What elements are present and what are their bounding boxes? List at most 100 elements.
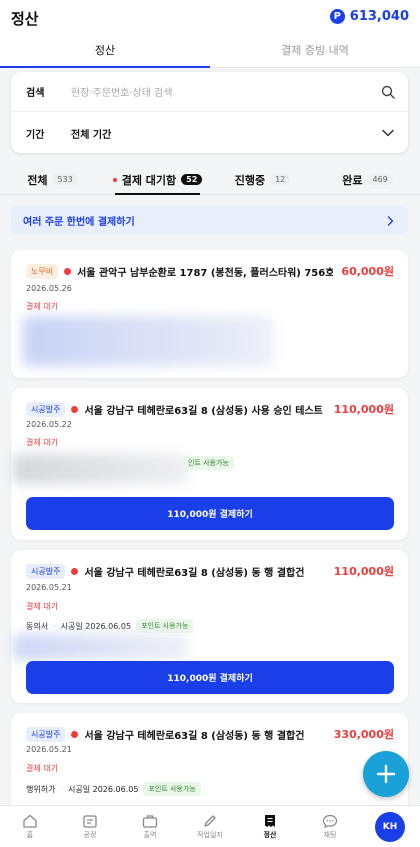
nav-chat-label: 채팅 [323,830,337,839]
nav-process[interactable]: 공정 [60,806,120,847]
order-header: 노무비 서울 관악구 남부순환로 1787 (봉천동, 플러스타워) 756호 … [26,263,394,279]
tab-in-progress[interactable]: 진행중 12 [210,165,315,194]
pencil-icon [204,814,216,827]
period-row[interactable]: 기간 전체 기간 [11,113,408,153]
nav-chat[interactable]: 채팅 [300,806,360,847]
pay-button[interactable]: 110,000원 결제하기 [26,661,394,694]
tab-payment-pending[interactable]: 결제 대기함 52 [105,165,210,195]
nav-attendance-label: 출역 [143,830,157,839]
point-available-chip: 포인트 사용가능 [136,619,194,633]
order-type-tag: 노무비 [26,263,59,279]
points-balance[interactable]: P 613,040 [329,9,409,24]
briefcase-icon [142,814,158,828]
period-label: 기간 [26,129,45,141]
order-price: 60,000원 [341,265,394,278]
nav-home-label: 홈 [26,830,34,839]
construction-date: 시공일 2026.06.05 [60,621,132,631]
bottom-nav: 홈 공정 출역 작업일지 정산 채팅 KH [0,805,420,847]
order-date: 2026.05.21 [26,745,72,754]
nav-process-label: 공정 [83,830,97,839]
order-meta: 동의서 · 시공일 2026.06.05 포인트 사용가능 [26,619,194,633]
order-status: 결제 대기 [26,302,58,311]
document-type: 동의서 [26,621,49,631]
order-meta: 행위허가 · 시공일 2026.06.05 포인트 사용가능 [26,782,201,796]
order-price: 110,000원 [333,565,394,578]
status-tabs: 전체 533 결제 대기함 52 진행중 12 완료 469 [0,165,420,195]
avatar: KH [375,811,405,842]
search-input[interactable]: 현장·주문번호·상태 검색 [71,84,368,99]
status-dot [71,567,79,575]
add-button[interactable] [363,751,409,797]
settlement-screen: 정산 P 613,040 정산 결제 증빙 내역 검색 현장·주문번호·상태 검… [0,0,420,847]
top-tabs: 정산 결제 증빙 내역 [0,34,420,68]
filter-card: 검색 현장·주문번호·상태 검색 기간 전체 기간 [11,72,408,153]
order-status: 결제 대기 [26,438,58,447]
receipt-icon [265,814,275,827]
tab-completed-label: 완료 [342,173,363,187]
nav-attendance[interactable]: 출역 [120,806,180,847]
order-address: 서울 관악구 남부순환로 1787 (봉천동, 플러스타워) 756호 [77,267,334,279]
search-icon[interactable] [368,85,408,99]
plus-icon [376,764,396,784]
blurred-content [13,454,188,484]
pay-button[interactable]: 110,000원 결제하기 [26,497,394,530]
order-card[interactable]: 시공발주 서울 강남구 테헤란로63길 8 (삼성동) 사용 승인 테스트 11… [11,388,408,540]
point-icon: P [329,9,345,24]
order-status: 결제 대기 [26,602,58,611]
tab-payment-proof[interactable]: 결제 증빙 내역 [210,34,420,67]
tab-all[interactable]: 전체 533 [0,165,105,194]
order-status: 결제 대기 [26,764,58,773]
order-type-tag: 시공발주 [26,726,66,742]
nav-worklog-label: 작업일지 [197,830,223,839]
status-dot [71,730,79,738]
order-price: 330,000원 [333,728,394,741]
nav-settlement[interactable]: 정산 [240,806,300,847]
blurred-content [23,316,273,366]
tab-settlement[interactable]: 정산 [0,34,210,68]
tab-in-progress-label: 진행중 [234,173,266,187]
nav-worklog[interactable]: 작업일지 [180,806,240,847]
order-address: 서울 강남구 테헤란로63길 8 (삼성동) 동 행 결합건 [84,730,305,742]
order-type-tag: 시공발주 [26,563,66,579]
tab-in-progress-count: 12 [270,174,291,185]
tab-all-count: 533 [52,174,78,185]
point-available-chip: 포인트 사용가능 [143,782,201,796]
chat-icon [322,814,338,828]
nav-settlement-label: 정산 [263,830,277,839]
search-row: 검색 현장·주문번호·상태 검색 [11,72,408,112]
order-date: 2026.05.22 [26,420,72,429]
period-select[interactable]: 전체 기간 [71,126,368,141]
order-date: 2026.05.21 [26,583,72,592]
order-card[interactable]: 노무비 서울 관악구 남부순환로 1787 (봉천동, 플러스타워) 756호 … [11,250,408,378]
tab-completed-count: 469 [367,174,393,185]
document-type: 행위허가 [26,784,56,794]
bulk-pay-banner[interactable]: 여러 주문 한번에 결제하기 [11,206,408,234]
chevron-right-icon [387,211,394,230]
order-header: 시공발주 서울 강남구 테헤란로63길 8 (삼성동) 동 행 결합건 110,… [26,563,394,579]
search-label: 검색 [26,88,45,99]
home-icon [23,814,37,828]
tab-completed[interactable]: 완료 469 [315,165,420,194]
tab-payment-pending-label: 결제 대기함 [121,173,177,187]
nav-profile[interactable]: KH [360,806,420,847]
app-header: 정산 P 613,040 [0,0,420,34]
chevron-down-icon[interactable] [368,129,408,137]
points-value: 613,040 [349,9,409,24]
order-header: 시공발주 서울 강남구 테헤란로63길 8 (삼성동) 사용 승인 테스트 11… [26,401,394,417]
tab-payment-pending-count: 52 [181,174,203,185]
bulk-pay-label: 여러 주문 한번에 결제하기 [23,216,135,228]
new-indicator-dot [112,177,117,182]
nav-home[interactable]: 홈 [0,806,60,847]
order-header: 시공발주 서울 강남구 테헤란로63길 8 (삼성동) 동 행 결합건 330,… [26,726,394,742]
page-title: 정산 [11,10,39,28]
order-address: 서울 강남구 테헤란로63길 8 (삼성동) 사용 승인 테스트 [84,405,323,417]
meta-separator: · [53,621,56,631]
order-card[interactable]: 시공발주 서울 강남구 테헤란로63길 8 (삼성동) 동 행 결합건 110,… [11,550,408,703]
order-date: 2026.05.26 [26,284,72,293]
tab-all-label: 전체 [27,173,48,187]
clipboard-icon [83,814,97,828]
order-type-tag: 시공발주 [26,401,66,417]
meta-separator: · [60,784,63,794]
order-card[interactable]: 시공발주 서울 강남구 테헤란로63길 8 (삼성동) 동 행 결합건 330,… [11,713,408,813]
status-dot [71,405,79,413]
